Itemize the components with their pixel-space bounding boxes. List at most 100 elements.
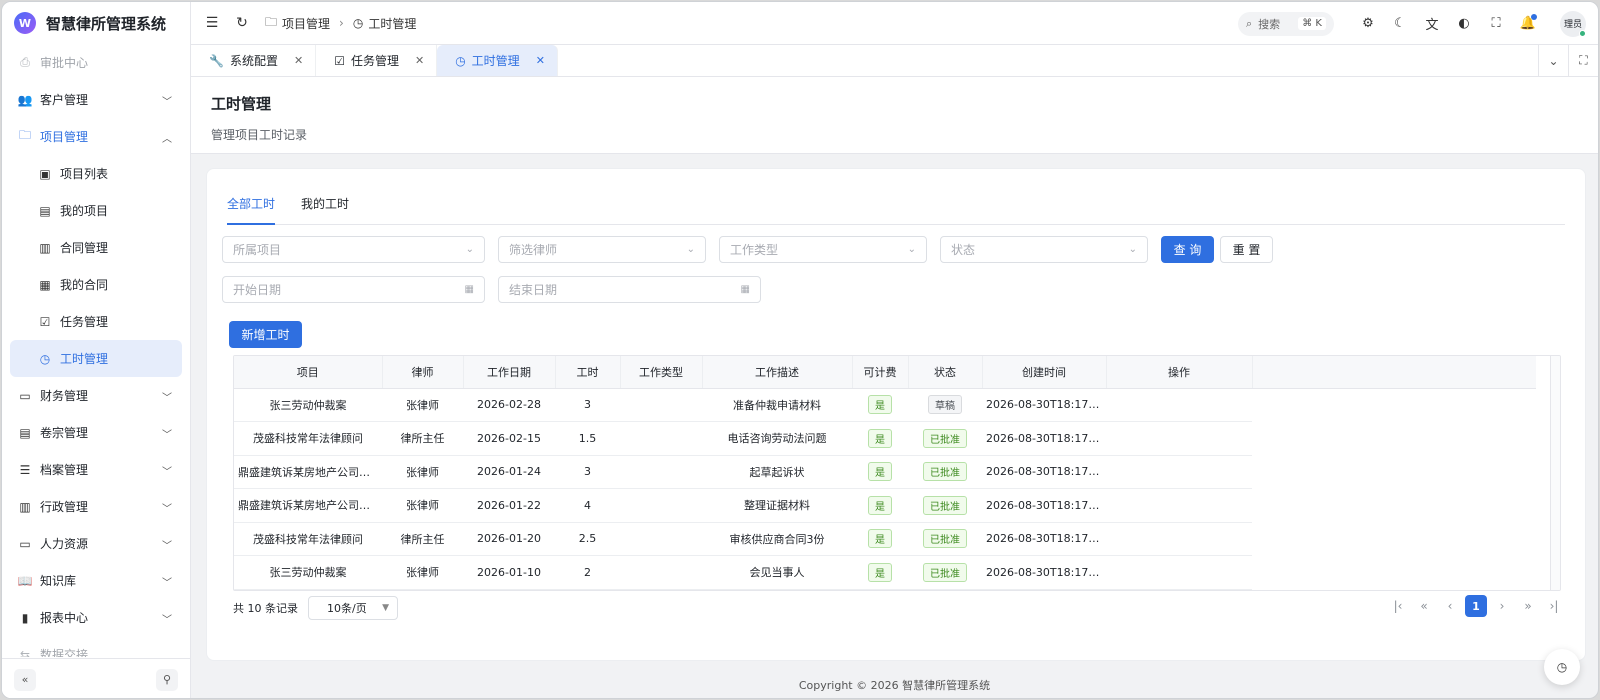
pin-icon[interactable]: ⚲ [156,668,178,691]
notification-dot [1531,13,1537,20]
reset-button[interactable]: 重 置 [1220,236,1273,263]
cell-hours: 1.5 [555,421,620,456]
table-row[interactable]: 鼎盛建筑诉某房地产公司工程... 张律师 2026-01-22 4 整理证据材料是 已批准… [234,488,1536,523]
table-row[interactable]: 鼎盛建筑诉某房地产公司工程... 张律师 2026-01-24 3 起草起诉状是 已批准 2… [234,455,1536,489]
sidebar-item-1[interactable]: 👥 客户管理 ﹀ [2,81,190,118]
last-page-icon[interactable]: ›| [1543,595,1565,617]
page-size-select[interactable]: 10条/页 ▼ [308,596,398,620]
cell-billable: 是 [852,388,908,422]
start-date-picker[interactable]: 开始日期 ▦ [222,276,485,303]
dark-mode-moon-icon[interactable]: ☾ [1389,13,1411,35]
sidebar-item-8[interactable]: ◷ 工时管理 [10,340,182,377]
menu-toggle-icon[interactable]: ☰ [197,8,227,38]
cell-created: 2026-08-30T18:17:0... [982,488,1106,523]
page-number-current[interactable]: 1 [1465,595,1487,617]
timesheet-card: 全部工时 我的工时 所属项目 ⌄ 筛选律师 ⌄ 工作类型 ⌄ 状态 ⌄ 查 询 … [206,168,1586,661]
jump-back-icon[interactable]: « [1413,595,1435,617]
billable-tag: 是 [868,529,892,549]
tab-0[interactable]: 🔧 系统配置 ✕ [191,45,317,76]
sidebar-item-label: 我的项目 [60,204,109,218]
tab-2[interactable]: ◷ 工时管理 ✕ [437,45,558,76]
cell-date: 2026-02-28 [463,388,555,422]
refresh-icon[interactable]: ↻ [227,8,257,38]
theme-palette-icon[interactable]: ◐ [1453,13,1475,35]
sidebar-item-15[interactable]: ▮ 报表中心 ﹀ [2,599,190,636]
tab-close-icon[interactable]: ✕ [294,54,303,67]
sidebar-item-0[interactable]: ⎙ 审批中心 [2,44,190,81]
notification-bell-icon[interactable]: 🔔 [1517,13,1539,35]
sidebar-item-7[interactable]: ☑ 任务管理 [2,303,190,340]
table-row[interactable]: 茂盛科技常年法律顾问 律所主任 2026-01-20 2.5 审核供应商合同3份是 已批准… [234,522,1536,556]
history-clock-icon[interactable]: ◷ [1544,649,1580,685]
app-logo-icon: W [14,12,36,34]
cell-billable: 是 [852,522,908,556]
sidebar-item-10[interactable]: ▤ 卷宗管理 ﹀ [2,414,190,451]
project-select[interactable]: 所属项目 ⌄ [222,236,485,263]
sidebar-item-6[interactable]: ▦ 我的合同 [2,266,190,303]
breadcrumb-item-project[interactable]: 项目管理 [282,15,330,32]
sidebar-item-9[interactable]: ▭ 财务管理 ﹀ [2,377,190,414]
query-button[interactable]: 查 询 [1161,236,1214,263]
translate-icon[interactable]: 文 [1421,13,1443,35]
tab-close-icon[interactable]: ✕ [536,54,545,67]
jump-forward-icon[interactable]: » [1517,595,1539,617]
sidebar-item-11[interactable]: ☰ 档案管理 ﹀ [2,451,190,488]
cell-project: 茂盛科技常年法律顾问 [234,522,382,556]
sidebar-item-4[interactable]: ▤ 我的项目 [2,192,190,229]
table-scrollbar[interactable] [1550,356,1560,590]
subtab-all-hours[interactable]: 全部工时 [227,195,276,225]
chevron-up-icon: ︿ [162,134,172,145]
contract-icon: ▥ [39,240,51,255]
tabs-controls: ⌄ ⛶ [1538,45,1598,76]
status-badge: 草稿 [928,395,962,415]
cell-date: 2026-02-15 [463,421,555,456]
table-row[interactable]: 张三劳动仲裁案 张律师 2026-01-10 2 会见当事人是 已批准 2026-08-30… [234,555,1536,590]
sidebar-item-12[interactable]: ▥ 行政管理 ﹀ [2,488,190,525]
fullscreen-icon[interactable]: ⛶ [1485,13,1507,35]
sidebar-item-3[interactable]: ▣ 项目列表 [2,155,190,192]
status-badge: 已批准 [923,529,967,549]
worktype-select[interactable]: 工作类型 ⌄ [719,236,927,263]
tab-1[interactable]: ☑ 任务管理 ✕ [316,45,438,76]
cell-ops [1106,555,1252,590]
collapse-sidebar-icon[interactable]: « [14,668,36,691]
first-page-icon[interactable]: |‹ [1387,595,1409,617]
sidebar-item-label: 报表中心 [40,611,89,625]
settings-gear-icon[interactable]: ⚙ [1357,13,1379,35]
sidebar-item-14[interactable]: 📖 知识库 ﹀ [2,562,190,599]
cell-created: 2026-08-30T18:17:0... [982,455,1106,489]
global-search[interactable]: ⌕ 搜索 ⌘ K [1238,11,1334,36]
col-header-project: 项目 [234,356,383,389]
end-date-picker[interactable]: 结束日期 ▦ [498,276,761,303]
table-row[interactable]: 茂盛科技常年法律顾问 律所主任 2026-02-15 1.5 电话咨询劳动法问题是 已批准… [234,421,1536,456]
subtab-my-hours[interactable]: 我的工时 [301,195,349,224]
sidebar-item-5[interactable]: ▥ 合同管理 [2,229,190,266]
cell-created: 2026-08-30T18:17:0... [982,421,1106,456]
sidebar-item-16[interactable]: ⇆ 数据交接 [2,636,190,658]
sidebar-item-2[interactable]: 🗀 项目管理 ︿ [2,118,190,155]
tab-close-icon[interactable]: ✕ [415,54,424,67]
user-avatar[interactable]: 理员 [1560,10,1586,37]
lawyer-select[interactable]: 筛选律师 ⌄ [498,236,706,263]
add-timesheet-button[interactable]: 新增工时 [229,321,302,348]
sidebar-item-13[interactable]: ▭ 人力资源 ﹀ [2,525,190,562]
tabs-dropdown-chevron-icon[interactable]: ⌄ [1538,45,1568,76]
status-select[interactable]: 状态 ⌄ [940,236,1148,263]
cell-project: 张三劳动仲裁案 [234,388,382,422]
folder-icon: 🗀 [18,128,31,142]
table-row[interactable]: 张三劳动仲裁案 张律师 2026-02-28 3 准备仲裁申请材料是 草稿 2026-08-… [234,388,1536,422]
cell-hours: 3 [555,455,620,489]
cell-desc: 审核供应商合同3份 [702,522,852,556]
tab-maximize-icon[interactable]: ⛶ [1568,45,1598,76]
prev-page-icon[interactable]: ‹ [1439,595,1461,617]
chevron-down-icon: ﹀ [162,467,172,478]
next-page-icon[interactable]: › [1491,595,1513,617]
cell-desc: 起草起诉状 [702,455,852,489]
breadcrumb-item-timesheet[interactable]: 工时管理 [368,15,416,32]
logo[interactable]: W 智慧律所管理系统 [2,2,190,44]
cell-date: 2026-01-22 [463,488,555,523]
sidebar-item-label: 卷宗管理 [40,426,89,440]
billable-tag: 是 [868,395,892,415]
col-header-status: 状态 [908,356,983,389]
start-date-placeholder: 开始日期 [233,283,282,297]
